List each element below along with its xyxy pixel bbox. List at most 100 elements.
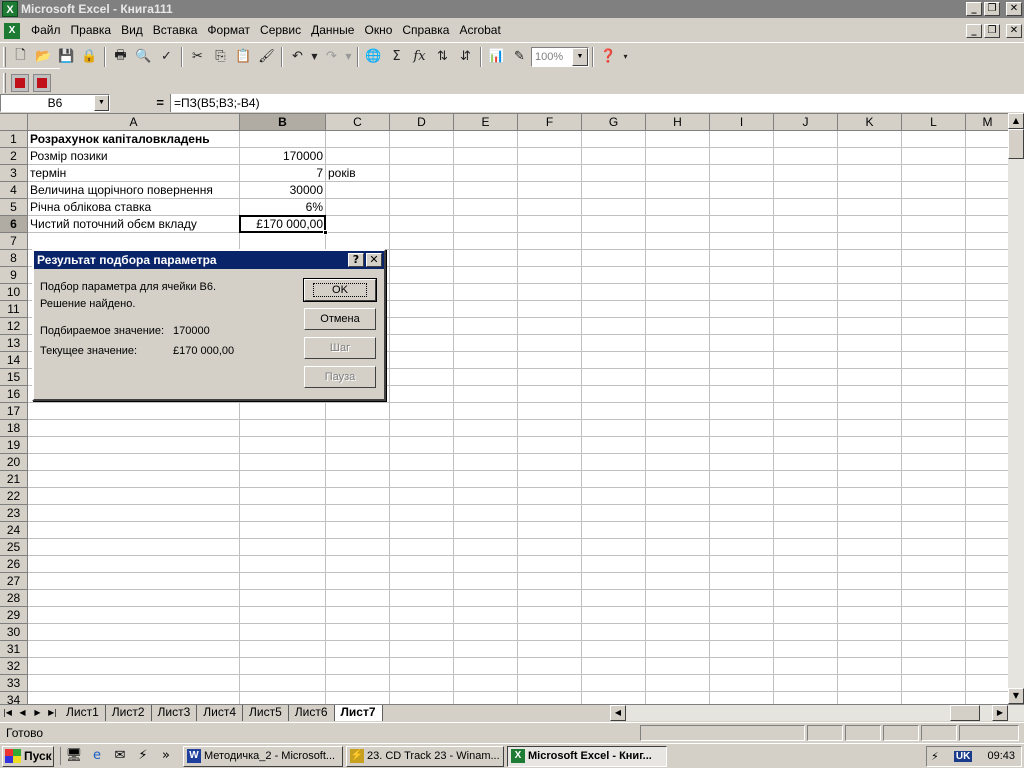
cell-b3[interactable]: 7 — [240, 165, 325, 181]
cell-b4[interactable]: 30000 — [240, 182, 325, 198]
row-header-34[interactable]: 34 — [0, 692, 28, 704]
close-icon[interactable]: ✕ — [366, 253, 382, 267]
cell-b2[interactable]: 170000 — [240, 148, 325, 164]
row-header-21[interactable]: 21 — [0, 471, 28, 488]
chevron-down-icon[interactable]: ▼ — [572, 47, 588, 66]
row-header-20[interactable]: 20 — [0, 454, 28, 471]
worksheet-grid[interactable]: A B C D E F G H I J K L M 1 2 3 4 5 6 7 8 9 10 11 12 13 14 15 16 17 18… — [0, 113, 1008, 704]
help-icon[interactable]: ? — [348, 253, 364, 267]
spelling-icon[interactable]: ✓ — [155, 46, 178, 68]
restore-button[interactable]: ❐ — [984, 2, 1000, 16]
vertical-scroll-thumb[interactable] — [1008, 129, 1024, 159]
outlook-express-icon[interactable]: ✉ — [111, 747, 129, 765]
menu-format[interactable]: Формат — [202, 21, 255, 40]
row-header-23[interactable]: 23 — [0, 505, 28, 522]
last-sheet-icon[interactable]: ▶| — [45, 705, 60, 721]
sheet-tab[interactable]: Лист3 — [151, 705, 198, 721]
print-icon[interactable]: 🖶 — [109, 46, 132, 68]
permission-icon[interactable]: 🔒 — [78, 46, 101, 68]
vertical-scrollbar[interactable]: ▲ ▼ — [1008, 113, 1024, 704]
menu-window[interactable]: Окно — [359, 21, 397, 40]
ok-button[interactable]: OK — [303, 278, 377, 302]
menu-help[interactable]: Справка — [397, 21, 454, 40]
column-header-d[interactable]: D — [390, 114, 454, 131]
sheet-tab-active[interactable]: Лист7 — [334, 705, 383, 721]
row-header-7[interactable]: 7 — [0, 233, 28, 250]
new-icon[interactable]: 🗋 — [9, 46, 32, 68]
row-header-10[interactable]: 10 — [0, 284, 28, 301]
cell-a4[interactable]: Величина щорічного повернення — [28, 182, 239, 198]
toolbar-grip[interactable] — [3, 46, 6, 67]
row-header-8[interactable]: 8 — [0, 250, 28, 267]
excel-app-icon[interactable]: X — [2, 1, 18, 17]
cell-a5[interactable]: Річна облікова ставка — [28, 199, 239, 215]
row-header-31[interactable]: 31 — [0, 641, 28, 658]
tray-winamp-icon[interactable]: ⚡ — [931, 750, 939, 763]
undo-icon[interactable]: ↶ — [286, 46, 309, 68]
column-header-f[interactable]: F — [518, 114, 582, 131]
row-header-5[interactable]: 5 — [0, 199, 28, 216]
row-header-27[interactable]: 27 — [0, 573, 28, 590]
sheet-tab[interactable]: Лист5 — [243, 705, 289, 721]
cell-a2[interactable]: Розмір позики — [28, 148, 239, 164]
sheet-tab[interactable]: Лист1 — [60, 705, 106, 721]
autosum-icon[interactable]: Σ — [385, 46, 408, 68]
column-header-i[interactable]: I — [710, 114, 774, 131]
menu-tools[interactable]: Сервис — [255, 21, 306, 40]
show-desktop-icon[interactable]: 🖥 — [65, 747, 83, 765]
column-header-l[interactable]: L — [902, 114, 966, 131]
drawing-icon[interactable]: ✎ — [508, 46, 531, 68]
sheet-tab[interactable]: Лист2 — [105, 705, 152, 721]
chevron-down-icon[interactable]: ▼ — [94, 94, 109, 111]
language-indicator[interactable]: UK — [953, 750, 973, 762]
row-header-15[interactable]: 15 — [0, 369, 28, 386]
row-header-30[interactable]: 30 — [0, 624, 28, 641]
function-icon[interactable]: fx — [408, 46, 431, 68]
taskbar-item-winamp[interactable]: ⚡ 23. CD Track 23 - Winam... — [346, 745, 504, 767]
dialog-title-bar[interactable]: Результат подбора параметра ? ✕ — [34, 251, 384, 269]
row-header-29[interactable]: 29 — [0, 607, 28, 624]
horizontal-scroll-thumb[interactable] — [950, 705, 980, 721]
workbook-icon[interactable]: X — [4, 22, 20, 39]
column-header-a[interactable]: A — [28, 114, 240, 131]
undo-dropdown-icon[interactable]: ▼ — [309, 46, 320, 68]
hyperlink-icon[interactable]: 🌐 — [362, 46, 385, 68]
row-header-11[interactable]: 11 — [0, 301, 28, 318]
next-sheet-icon[interactable]: ▶ — [30, 705, 45, 721]
row-header-25[interactable]: 25 — [0, 539, 28, 556]
winamp-quicklaunch-icon[interactable]: ⚡ — [134, 747, 152, 765]
doc-close-button[interactable]: ✕ — [1006, 23, 1022, 38]
cell-c3[interactable]: років — [326, 165, 389, 181]
row-header-19[interactable]: 19 — [0, 437, 28, 454]
cell-a6[interactable]: Чистий поточний обєм вкладу — [28, 216, 239, 232]
name-box[interactable]: B6 ▼ — [0, 93, 110, 112]
cut-icon[interactable]: ✂ — [186, 46, 209, 68]
formula-input[interactable]: =ПЗ(B5;B3;-B4) — [170, 93, 1024, 112]
row-header-33[interactable]: 33 — [0, 675, 28, 692]
format-painter-icon[interactable]: 🖌 — [255, 46, 278, 68]
row-header-3[interactable]: 3 — [0, 165, 28, 182]
row-header-32[interactable]: 32 — [0, 658, 28, 675]
taskbar-item-excel[interactable]: X Microsoft Excel - Книг... — [507, 745, 667, 767]
row-header-9[interactable]: 9 — [0, 267, 28, 284]
menu-view[interactable]: Вид — [116, 21, 148, 40]
menu-edit[interactable]: Правка — [66, 21, 117, 40]
cell-a1[interactable]: Розрахунок капіталовкладень — [28, 131, 239, 147]
paste-icon[interactable]: 📋 — [232, 46, 255, 68]
row-header-18[interactable]: 18 — [0, 420, 28, 437]
scroll-up-icon[interactable]: ▲ — [1008, 113, 1024, 129]
close-button[interactable]: ✕ — [1006, 2, 1022, 16]
scroll-left-icon[interactable]: ◀ — [610, 705, 626, 721]
column-header-c[interactable]: C — [326, 114, 390, 131]
column-header-h[interactable]: H — [646, 114, 710, 131]
menu-acrobat[interactable]: Acrobat — [454, 21, 505, 40]
row-header-16[interactable]: 16 — [0, 386, 28, 403]
redo-icon[interactable]: ↷ — [320, 46, 343, 68]
internet-explorer-icon[interactable]: e — [88, 747, 106, 765]
help-icon[interactable]: ❓ — [597, 46, 620, 68]
row-header-26[interactable]: 26 — [0, 556, 28, 573]
taskbar-item-word[interactable]: W Методичка_2 - Microsoft... — [183, 745, 343, 767]
save-icon[interactable]: 💾 — [55, 46, 78, 68]
column-header-k[interactable]: K — [838, 114, 902, 131]
scroll-down-icon[interactable]: ▼ — [1008, 688, 1024, 704]
